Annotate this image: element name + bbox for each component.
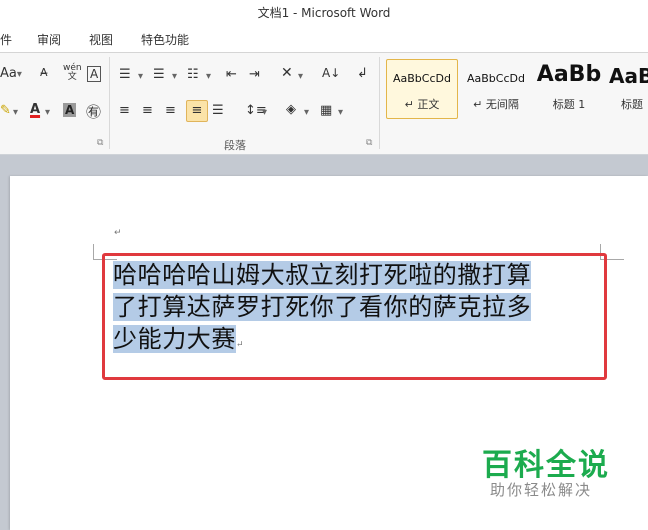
numbering-dropdown-icon[interactable]: ▾ — [172, 71, 177, 82]
multilevel-list-icon[interactable]: ☷ — [187, 67, 199, 82]
char-border-button[interactable]: A — [87, 66, 102, 82]
phonetic-guide-button[interactable]: wén 文 — [63, 64, 82, 82]
paragraph-mark-icon: ↵ — [114, 228, 122, 238]
style-name: ↵ 无间隔 — [473, 98, 519, 111]
line-spacing-dropdown-icon[interactable]: ▾ — [262, 107, 267, 118]
style-no-spacing[interactable]: AaBbCcDd ↵ 无间隔 — [459, 59, 533, 119]
style-normal[interactable]: AaBbCcDd ↵ 正文 — [386, 59, 458, 119]
style-title[interactable]: AaBl 标题 — [606, 59, 648, 119]
title-bar: 文档1 - Microsoft Word — [0, 0, 648, 26]
menu-file-tab[interactable]: 件 — [0, 31, 12, 48]
clear-format-icon[interactable]: A̶ — [40, 66, 48, 79]
highlight-box — [102, 253, 607, 380]
paragraph-dialog-launcher-icon[interactable]: ⧉ — [366, 138, 372, 148]
highlight-icon[interactable]: ✎ — [0, 103, 11, 118]
watermark-subtitle: 助你轻松解决 — [490, 481, 593, 499]
shading-dropdown-icon[interactable]: ▾ — [304, 107, 309, 118]
chinese-layout-icon[interactable]: ✕ — [281, 65, 293, 81]
ribbon: Aa▾ A̶ wén 文 A ✎ ▾ A ▾ A ㊒ ⧉ ☰ ▾ ☰ ▾ ☷ ▾ … — [0, 53, 648, 155]
numbering-icon[interactable]: ☰ — [153, 67, 165, 82]
ribbon-divider — [109, 57, 110, 149]
align-right-icon[interactable]: ≡ — [165, 103, 176, 118]
style-sample: AaBbCcDd — [393, 72, 451, 85]
font-color-icon[interactable]: A — [30, 102, 40, 117]
align-center-icon[interactable]: ≡ — [142, 103, 153, 118]
increase-indent-icon[interactable]: ⇥ — [249, 67, 260, 82]
window-title: 文档1 - Microsoft Word — [257, 6, 391, 20]
crop-mark — [93, 244, 94, 260]
style-sample: AaBb — [536, 62, 602, 87]
style-heading-1[interactable]: AaBb 标题 1 — [533, 59, 605, 119]
decrease-indent-icon[interactable]: ⇤ — [226, 67, 237, 82]
style-name: 标题 — [621, 98, 643, 111]
borders-dropdown-icon[interactable]: ▾ — [338, 107, 343, 118]
style-name: ↵ 正文 — [404, 98, 440, 111]
style-name: 标题 1 — [552, 98, 586, 111]
sort-icon[interactable]: A↓ — [322, 66, 340, 80]
font-dialog-launcher-icon[interactable]: ⧉ — [97, 138, 103, 148]
highlight-dropdown-icon[interactable]: ▾ — [13, 107, 18, 118]
style-sample: AaBbCcDd — [467, 72, 525, 85]
font-color-dropdown-icon[interactable]: ▾ — [45, 107, 50, 118]
menu-features-tab[interactable]: 特色功能 — [141, 31, 189, 48]
ribbon-divider — [379, 57, 380, 149]
watermark-title: 百科全说 — [482, 448, 610, 483]
menu-review-tab[interactable]: 审阅 — [37, 31, 61, 48]
enclose-char-icon[interactable]: ㊒ — [86, 101, 101, 122]
justify-icon[interactable]: ≡ — [186, 100, 208, 122]
borders-icon[interactable]: ▦ — [320, 103, 332, 118]
char-shading-icon[interactable]: A — [63, 103, 77, 117]
align-left-icon[interactable]: ≡ — [119, 103, 130, 118]
paragraph-group-label: 段落 — [224, 139, 246, 152]
chinese-layout-dropdown-icon[interactable]: ▾ — [298, 71, 303, 82]
shading-icon[interactable]: ◈ — [286, 102, 296, 117]
menu-bar: 件 审阅 视图 特色功能 — [0, 26, 648, 53]
menu-view-tab[interactable]: 视图 — [89, 31, 113, 48]
multilevel-dropdown-icon[interactable]: ▾ — [206, 71, 211, 82]
distributed-icon[interactable]: ☰ — [212, 103, 224, 118]
show-marks-icon[interactable]: ↲ — [357, 66, 368, 81]
style-sample: AaBl — [609, 64, 648, 88]
bullets-icon[interactable]: ☰ — [119, 67, 131, 82]
bullets-dropdown-icon[interactable]: ▾ — [138, 71, 143, 82]
change-case-button[interactable]: Aa▾ — [0, 66, 22, 81]
